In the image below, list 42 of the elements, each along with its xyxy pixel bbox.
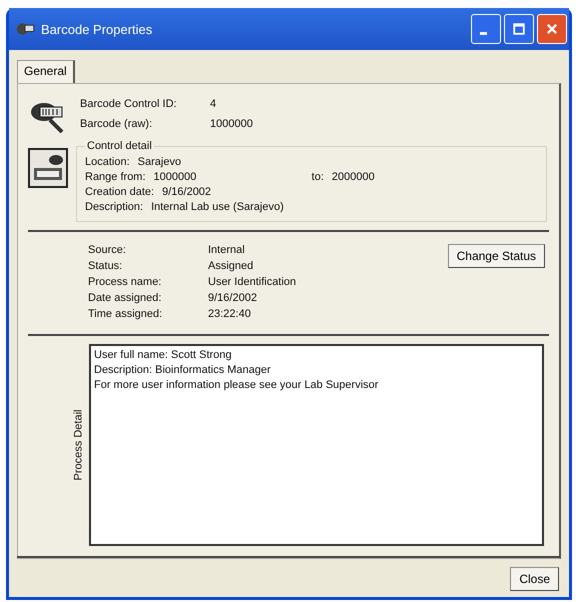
close-icon	[546, 23, 558, 35]
field-value: 1000000	[154, 171, 198, 183]
field-label: Creation date:	[85, 186, 154, 198]
field-label: Description:	[85, 201, 144, 213]
field-value: Internal Lab use (Sarajevo)	[151, 201, 284, 213]
detail-line: For more user information please see your Lab Supervisor	[94, 378, 380, 393]
field-value: 1000000	[210, 118, 254, 130]
field-label: Status:	[88, 260, 124, 272]
field-value: Assigned	[208, 260, 254, 272]
change-status-button[interactable]: Change Status	[448, 244, 545, 268]
close-button[interactable]	[537, 14, 567, 44]
field-value: 2000000	[332, 171, 375, 183]
field-label: Time assigned:	[88, 308, 164, 320]
field-label: Range from:	[85, 171, 146, 183]
printer-icon[interactable]	[28, 148, 68, 188]
minimize-button[interactable]	[471, 14, 501, 44]
field-value: 9/16/2002	[208, 292, 258, 304]
window-title: Barcode Properties	[41, 22, 154, 36]
detail-line: User full name: Scott Strong	[94, 348, 233, 363]
field-label: Date assigned:	[88, 292, 162, 304]
field-value: Internal	[208, 244, 246, 256]
field-label: Process name:	[88, 276, 162, 288]
close-dialog-button[interactable]: Close	[510, 567, 559, 591]
process-detail-box[interactable]: User full name: Scott Strong Description: Bioinformatics Manager For more user information please see your Lab Supervisor	[89, 344, 544, 546]
field-label: Location:	[85, 156, 130, 168]
field-label: Barcode (raw):	[80, 118, 154, 130]
field-value: 23:22:40	[208, 308, 252, 320]
minimize-icon	[480, 32, 487, 35]
app-icon	[15, 21, 35, 37]
maximize-icon	[513, 23, 525, 35]
field-label: Barcode Control ID:	[80, 98, 178, 110]
field-label: to:	[312, 171, 324, 183]
field-value: 4	[210, 98, 218, 110]
group-title: Control detail	[86, 140, 153, 152]
detail-line: Description: Bioinformatics Manager	[94, 363, 272, 378]
tab[interactable]: General	[17, 60, 75, 83]
process-detail-label: Process Detail	[72, 410, 84, 480]
maximize-button[interactable]	[504, 14, 534, 44]
field-label: Source:	[88, 244, 127, 256]
field-value: User Identification	[208, 276, 296, 288]
field-value: 9/16/2002	[162, 186, 212, 198]
field-value: Sarajevo	[138, 156, 182, 168]
